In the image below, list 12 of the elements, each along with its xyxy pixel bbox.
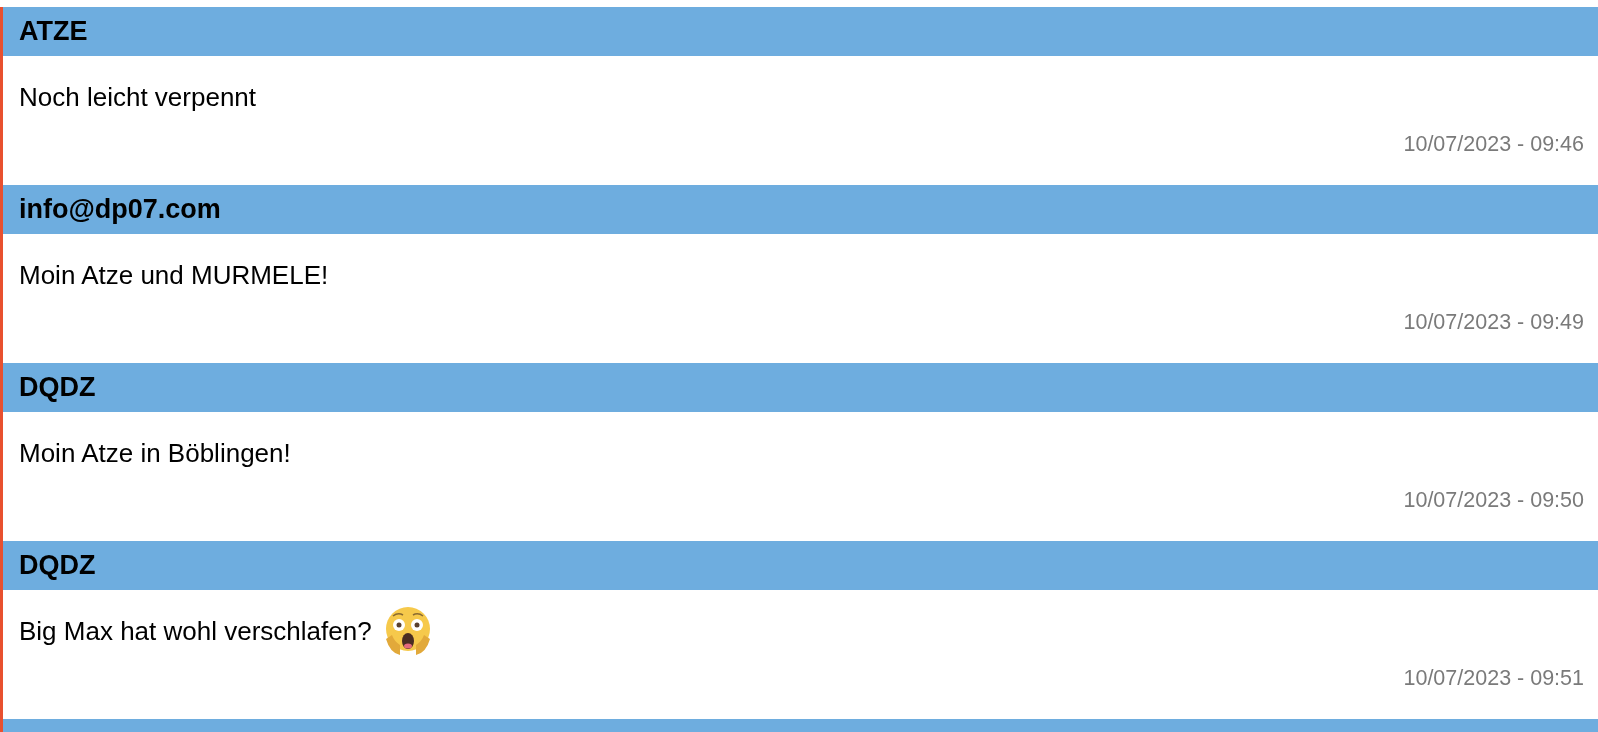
message-text: Big Max hat wohl verschlafen?: [19, 615, 372, 647]
timestamp: 10/07/2023 - 09:51: [1403, 666, 1584, 691]
message-text: Moin Atze und MURMELE!: [19, 259, 329, 291]
author-name: DQDZ: [19, 372, 96, 403]
timestamp: 10/07/2023 - 09:50: [1403, 488, 1584, 513]
timestamp: 10/07/2023 - 09:46: [1403, 132, 1584, 157]
message-text: Moin Atze in Böblingen!: [19, 437, 291, 469]
author-name: DQDZ: [19, 550, 96, 581]
message-text: Noch leicht verpennt: [19, 81, 257, 113]
author-name: ATZE: [19, 16, 88, 47]
author-name: info@dp07.com: [19, 194, 221, 225]
timestamp: 10/07/2023 - 09:49: [1403, 310, 1584, 335]
